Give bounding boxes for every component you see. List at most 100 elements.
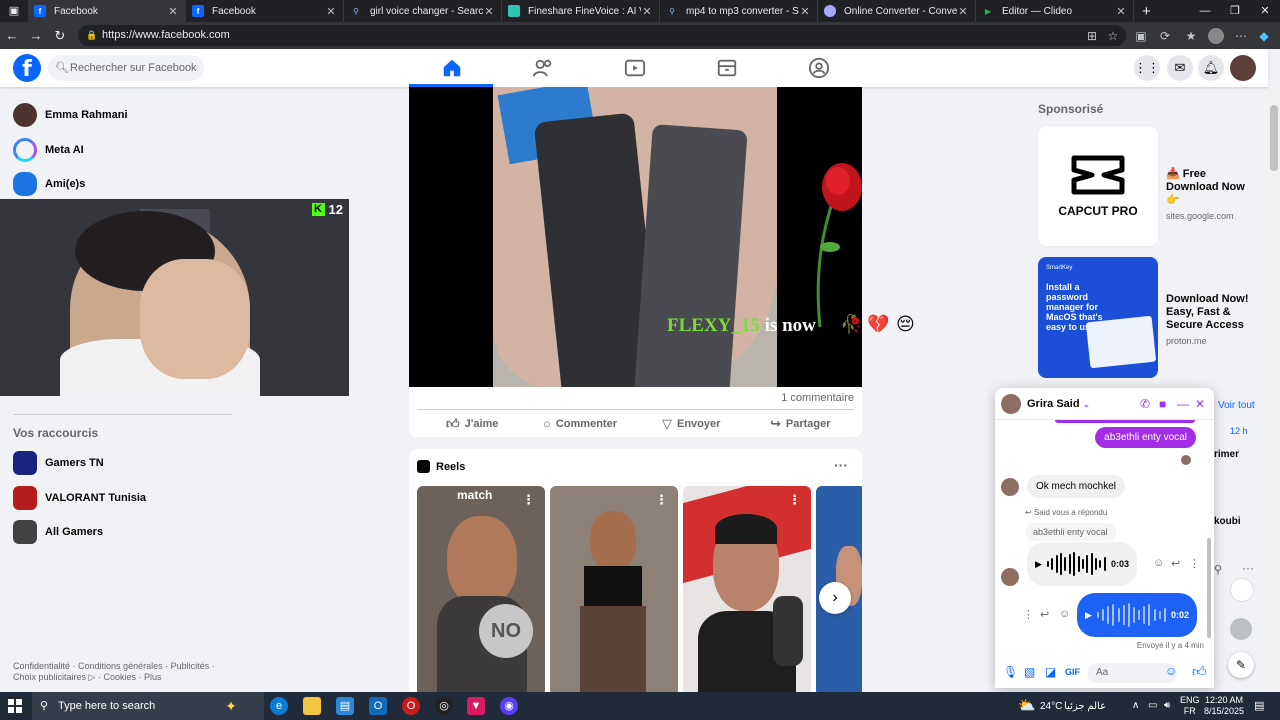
close-tab-icon[interactable]: ✕ [957, 5, 969, 18]
forward-icon[interactable]: → [24, 28, 48, 43]
reply-icon[interactable]: ↩ [1171, 557, 1180, 570]
new-message-icon[interactable]: ✎ [1228, 652, 1254, 678]
copilot-sparkle-icon[interactable]: ✦ [222, 697, 240, 715]
message-input[interactable]: Aa [1087, 663, 1177, 683]
back-icon[interactable]: ← [0, 28, 24, 43]
ad-image[interactable]: SmartKey Install a password manager for … [1038, 257, 1158, 378]
sidebar-item-friends[interactable]: Ami(e)s [13, 172, 85, 196]
like-button[interactable]: 👍︎ J'aime [446, 416, 498, 432]
groups-icon[interactable] [808, 57, 830, 79]
comment-button[interactable]: ○ Commenter [543, 416, 617, 431]
reel-card[interactable]: match NO ⋮ [417, 486, 545, 696]
close-chat-icon[interactable]: ✕ [1195, 397, 1205, 411]
browser-tab[interactable]: ⚲ mp4 to mp3 converter - Search✕ [660, 0, 818, 22]
reel-menu-icon[interactable]: ⋮ [655, 492, 668, 508]
app-icon[interactable]: ◎ [435, 697, 453, 715]
comment-count[interactable]: 1 commentaire [781, 392, 854, 404]
post-image[interactable] [409, 87, 862, 387]
weather-desc[interactable]: عالم جزئيا [1064, 701, 1106, 712]
gif-icon[interactable]: GIF [1065, 667, 1080, 677]
friends-icon[interactable] [532, 57, 554, 79]
share-button[interactable]: ↪ Partager [770, 416, 831, 432]
edge-icon[interactable]: e [270, 697, 288, 715]
copilot-icon[interactable]: ◆ [1256, 28, 1272, 44]
address-bar[interactable]: 🔒 https://www.facebook.com [78, 25, 1126, 46]
store-icon[interactable]: ▤ [336, 697, 354, 715]
outgoing-voice-message[interactable]: ▶ 0:02 [1077, 593, 1197, 637]
browser-tab[interactable]: Fineshare FineVoice : AI Voice Ch✕ [502, 0, 660, 22]
more-menu-icon[interactable]: ⋯ [1233, 28, 1249, 44]
refresh-icon[interactable]: ↻ [48, 28, 72, 44]
minimize-chat-icon[interactable]: — [1177, 397, 1189, 411]
scrollbar-thumb[interactable] [1270, 105, 1278, 171]
new-tab-button[interactable]: + [1142, 3, 1158, 20]
home-icon[interactable] [441, 57, 463, 79]
opera-icon[interactable]: O [402, 697, 420, 715]
close-window-icon[interactable]: ✕ [1250, 0, 1280, 22]
send-button[interactable]: ▽ Envoyer [662, 416, 720, 432]
audio-waveform[interactable] [1046, 552, 1106, 576]
contact-avatar[interactable] [1001, 394, 1021, 414]
browser-tab[interactable]: ▶ Editor — Clideo ✕ [976, 0, 1134, 22]
search-input[interactable]: 🔍︎ Rechercher sur Facebook [48, 55, 204, 81]
extensions-icon[interactable]: ⟳ [1157, 28, 1173, 44]
print-label[interactable]: rimer [1214, 449, 1239, 460]
contact-search-icon[interactable]: ⚲ [1214, 563, 1222, 576]
app-icon[interactable]: ◉ [500, 697, 518, 715]
language-indicator[interactable]: ENG FR [1180, 695, 1200, 717]
menu-grid-icon[interactable]: ⋮⋮ [1134, 55, 1160, 81]
close-tab-icon[interactable]: ✕ [799, 5, 811, 18]
notifications-icon[interactable]: 🔔︎ [1198, 55, 1224, 81]
video-call-icon[interactable]: ■ [1159, 397, 1166, 411]
maximize-window-icon[interactable]: ❐ [1220, 0, 1250, 22]
marketplace-icon[interactable] [716, 57, 738, 79]
shortcut-item[interactable]: Gamers TN [13, 451, 104, 475]
windows-start-icon[interactable] [8, 699, 22, 713]
favorite-star-icon[interactable]: ☆ [1105, 28, 1121, 44]
browser-tab[interactable]: f Facebook ✕ [28, 0, 186, 22]
profile-icon[interactable] [1208, 28, 1224, 44]
close-tab-icon[interactable]: ✕ [1115, 5, 1127, 18]
network-icon[interactable]: ▭ [1148, 700, 1157, 711]
reel-menu-icon[interactable]: ⋮ [522, 492, 535, 508]
reel-menu-icon[interactable]: ⋮ [788, 492, 801, 508]
page-scrollbar[interactable] [1268, 87, 1280, 690]
weather-icon[interactable]: ⛅ [1018, 697, 1035, 714]
clock[interactable]: 12:20 AM 8/15/2025 [1202, 695, 1246, 717]
tab-actions-icon[interactable]: ▣ [0, 0, 28, 22]
footer-links[interactable]: Confidentialité · Conditions générales ·… [13, 661, 243, 683]
like-thumb-icon[interactable]: 👍︎ [1192, 663, 1207, 680]
contact-avatar[interactable] [1230, 618, 1252, 640]
chat-scrollbar[interactable] [1207, 538, 1211, 638]
outlook-icon[interactable]: O [369, 697, 387, 715]
weather-temp[interactable]: 24°C [1040, 701, 1062, 712]
more-options-icon[interactable]: ⋮ [1023, 608, 1034, 621]
account-avatar[interactable] [1230, 55, 1256, 81]
sticker-icon[interactable]: ◪ [1045, 665, 1056, 679]
ad-image[interactable]: CAPCUT PRO [1038, 126, 1158, 246]
close-tab-icon[interactable]: ✕ [483, 5, 495, 18]
contacts-more-icon[interactable]: ··· [1242, 561, 1254, 575]
reel-card[interactable]: ⋮ [550, 486, 678, 696]
reel-card[interactable]: ⋮ [683, 486, 811, 696]
see-all-link[interactable]: Voir tout [1218, 400, 1255, 411]
play-icon[interactable]: ▶ [1085, 610, 1092, 621]
close-tab-icon[interactable]: ✕ [325, 5, 337, 18]
play-icon[interactable]: ▶ [1035, 559, 1042, 570]
more-options-icon[interactable]: ⋮ [1189, 557, 1200, 570]
browser-tab[interactable]: Online Converter - Convert Imag✕ [818, 0, 976, 22]
audio-waveform[interactable] [1096, 603, 1166, 627]
browser-tab[interactable]: f Facebook ✕ [186, 0, 344, 22]
incoming-voice-message[interactable]: ▶ 0:03 [1027, 542, 1137, 586]
shortcut-item[interactable]: All Gamers [13, 520, 103, 544]
reels-next-button[interactable]: › [819, 582, 851, 614]
voice-call-icon[interactable]: ✆ [1140, 397, 1150, 411]
screenshot-icon[interactable]: ▣ [1133, 28, 1149, 44]
close-tab-icon[interactable]: ✕ [167, 5, 179, 18]
volume-icon[interactable]: 🔊︎ [1164, 700, 1170, 711]
app-icon[interactable]: ▼ [467, 697, 485, 715]
ad-text[interactable]: Download Now! Easy, Fast & Secure Access… [1166, 293, 1260, 348]
tray-chevron-icon[interactable]: ∧ [1132, 700, 1139, 711]
emoji-icon[interactable]: ☺ [1165, 664, 1177, 678]
quoted-message[interactable]: ab3ethli enty vocal [1025, 523, 1116, 541]
